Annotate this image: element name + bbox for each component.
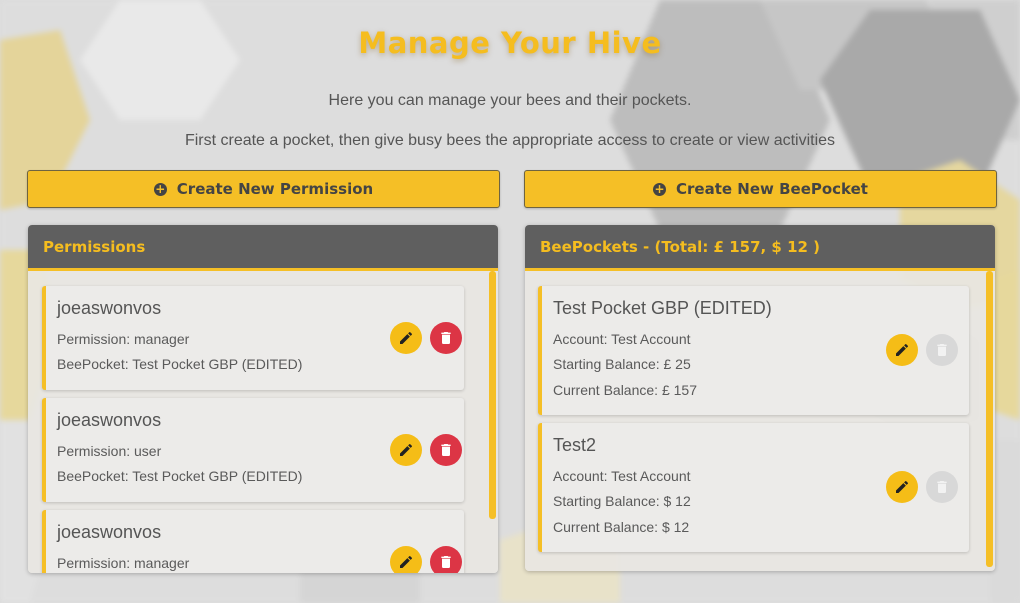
pencil-icon [896,343,909,356]
page-title: Manage Your Hive [358,26,662,60]
permission-role: Permission: manager [57,331,190,347]
permission-card: joeaswonvos Permission: manager [42,510,464,573]
delete-permission-button[interactable] [430,434,462,466]
delete-permission-button[interactable] [430,546,462,573]
permission-user-name: joeaswonvos [57,298,162,318]
pencil-icon [400,443,413,456]
permission-role: Permission: user [57,443,162,459]
edit-beepocket-button[interactable] [886,334,918,366]
trash-icon [441,444,451,456]
trash-icon [937,344,947,356]
manage-hive-page: Manage Your Hive Here you can manage you… [0,0,1020,603]
permissions-panel-title: Permissions [28,225,498,271]
delete-permission-button[interactable] [430,322,462,354]
beepockets-scrollbar[interactable] [986,271,993,567]
edit-permission-button[interactable] [390,434,422,466]
pencil-icon [400,331,413,344]
permission-card: joeaswonvos Permission: user BeePocket: … [42,398,464,502]
permission-beepocket: BeePocket: Test Pocket GBP (EDITED) [57,356,303,372]
trash-icon [937,481,947,493]
beepocket-card: Test Pocket GBP (EDITED) Account: Test A… [538,286,969,415]
permissions-list: joeaswonvos Permission: manager BeePocke… [28,271,498,573]
beepocket-name: Test2 [553,435,597,455]
edit-permission-button[interactable] [390,546,422,573]
beepocket-account: Account: Test Account [553,331,691,347]
beepockets-panel: BeePockets - (Total: £ 157, $ 12 ) Test … [525,225,995,571]
permission-card: joeaswonvos Permission: manager BeePocke… [42,286,464,390]
beepocket-current-balance: Current Balance: £ 157 [553,382,697,398]
create-permission-button[interactable]: + Create New Permission [27,170,500,208]
create-permission-label: Create New Permission [176,180,374,198]
delete-beepocket-button[interactable] [926,334,958,366]
edit-permission-button[interactable] [390,322,422,354]
beepocket-account: Account: Test Account [553,468,691,484]
beepocket-name: Test Pocket GBP (EDITED) [553,298,772,318]
delete-beepocket-button[interactable] [926,471,958,503]
pencil-icon [400,555,413,568]
permission-user-name: joeaswonvos [57,410,162,430]
create-beepocket-button[interactable]: + Create New BeePocket [524,170,997,208]
page-subtitle: Here you can manage your bees and their … [328,92,692,109]
plus-circle-icon: + [653,181,667,196]
beepocket-starting-balance: Starting Balance: $ 12 [553,493,691,509]
plus-circle-icon: + [153,181,167,196]
permission-role: Permission: manager [57,555,190,571]
create-beepocket-label: Create New BeePocket [676,180,868,198]
permission-beepocket: BeePocket: Test Pocket GBP (EDITED) [57,468,303,484]
edit-beepocket-button[interactable] [886,471,918,503]
beepocket-card: Test2 Account: Test Account Starting Bal… [538,423,969,552]
page-instructions: First create a pocket, then give busy be… [184,132,836,149]
beepocket-starting-balance: Starting Balance: £ 25 [553,356,691,372]
pencil-icon [896,480,909,493]
permissions-scrollbar[interactable] [489,271,496,519]
beepocket-current-balance: Current Balance: $ 12 [553,519,690,535]
beepockets-list: Test Pocket GBP (EDITED) Account: Test A… [525,271,995,571]
permissions-panel: Permissions joeaswonvos Permission: mana… [28,225,498,573]
beepockets-panel-title: BeePockets - (Total: £ 157, $ 12 ) [525,225,995,271]
trash-icon [441,556,451,568]
permission-user-name: joeaswonvos [57,522,162,542]
trash-icon [441,332,451,344]
